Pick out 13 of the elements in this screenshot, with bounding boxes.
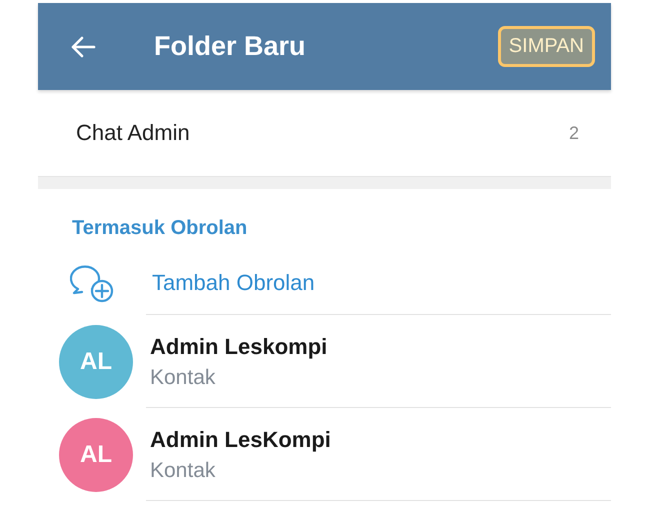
avatar: AL [59,418,133,492]
save-button[interactable]: SIMPAN [498,26,595,67]
contact-name: Admin LesKompi [150,426,331,452]
contact-name: Admin Leskompi [150,334,328,360]
add-chat-button[interactable]: Tambah Obrolan [38,251,611,315]
contact-type: Kontak [150,458,216,482]
character-counter: 2 [568,122,579,144]
avatar: AL [59,324,133,398]
back-arrow-icon[interactable] [70,34,96,58]
section-title: Termasuk Obrolan [71,216,248,241]
folder-name-field[interactable]: Chat Admin [76,120,190,146]
contact-type: Kontak [150,366,216,390]
screen-title: Folder Baru [154,31,307,62]
